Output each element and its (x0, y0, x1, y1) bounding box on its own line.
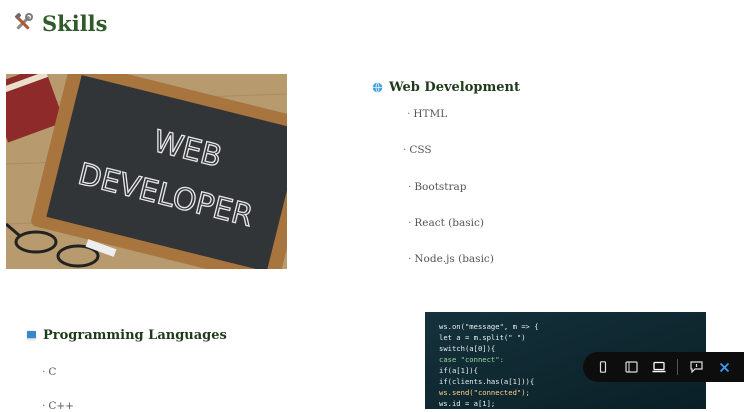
list-item: · HTML (407, 108, 448, 120)
comment-button[interactable] (682, 352, 710, 382)
code-line: if(clients.has(a[1])){ (439, 377, 534, 386)
code-line: ws.send("connected"); (439, 388, 530, 397)
web-developer-image: WEB DEVELOPER (6, 74, 287, 269)
web-dev-heading: Web Development (372, 80, 520, 95)
skill-cpp: C++ (48, 400, 74, 412)
laptop-view-button[interactable] (645, 352, 673, 382)
page-title: Skills (12, 8, 107, 38)
device-toolbar (583, 352, 744, 382)
close-icon (719, 362, 729, 372)
globe-icon (372, 82, 383, 93)
code-line: ws.id = a[1]; (439, 399, 495, 408)
code-line: if(a[1]){ (439, 366, 478, 375)
skill-nodejs: Node.js (basic) (414, 253, 494, 265)
skill-bootstrap: Bootstrap (414, 181, 467, 193)
phone-view-button[interactable] (589, 352, 617, 382)
laptop-icon (652, 361, 666, 373)
list-item: · React (basic) (408, 217, 484, 229)
code-line: case "connect": (439, 355, 504, 364)
skill-c: C (48, 366, 57, 378)
tablet-icon (624, 361, 638, 373)
tools-icon (14, 12, 33, 30)
code-line: ws.on("message", m => { (439, 322, 539, 331)
phone-icon (599, 361, 607, 373)
skill-css: CSS (409, 144, 432, 156)
list-item: · CSS (403, 144, 432, 156)
list-item: · C (42, 366, 57, 378)
list-item: · Bootstrap (408, 181, 467, 193)
web-dev-heading-text: Web Development (389, 80, 520, 95)
tablet-view-button[interactable] (617, 352, 645, 382)
comment-icon (689, 361, 703, 373)
list-item: · Node.js (basic) (408, 253, 494, 265)
code-line: let a = m.split(" ") (439, 333, 526, 342)
book-icon (26, 330, 37, 341)
skill-html: HTML (413, 108, 448, 120)
prog-lang-heading: Programming Languages (26, 328, 227, 343)
code-line: switch(a[0]){ (439, 344, 495, 353)
prog-lang-heading-text: Programming Languages (43, 328, 227, 343)
page-title-text: Skills (42, 10, 108, 36)
list-item: · C++ (42, 400, 74, 412)
toolbar-divider (677, 359, 678, 375)
skill-react: React (basic) (414, 217, 484, 229)
close-button[interactable] (710, 352, 738, 382)
